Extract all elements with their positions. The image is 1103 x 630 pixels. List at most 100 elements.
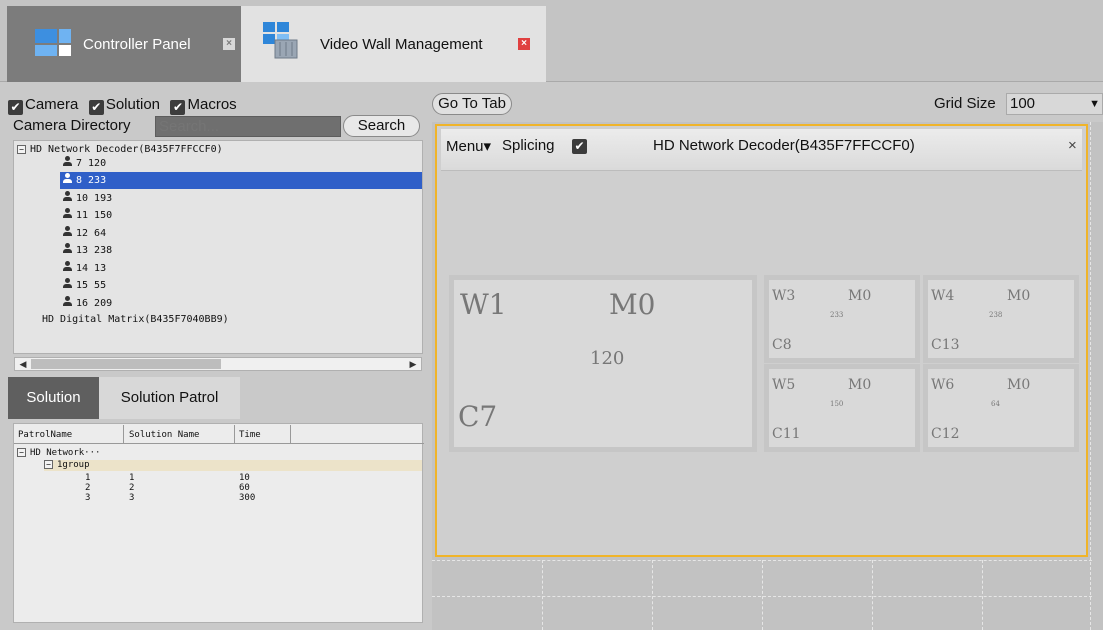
camera-label: 7 120 [76,158,107,169]
camera-label: 11 150 [76,210,113,221]
channel-label: C8 [772,337,792,353]
tree-camera-item[interactable]: 13 238 [62,242,112,259]
group-row-highlight [44,460,422,471]
table-cell: 300 [239,493,256,503]
wall-window-w3[interactable]: W3 M0 233 C8 [764,275,920,363]
camera-number-label: 233 [830,311,844,319]
tree-node-matrix[interactable]: HD Digital Matrix(B435F7040BB9) [42,311,229,328]
channel-label: C11 [772,426,801,442]
window-id-label: W6 [931,377,955,393]
patrol-root-row[interactable]: − HD Network··· [17,448,100,459]
grid-line [652,560,653,630]
chevron-down-icon[interactable]: ▼ [1089,94,1100,114]
column-divider [234,425,235,443]
solution-tabs: Solution Solution Patrol [8,377,428,419]
tree-camera-item[interactable]: 7 120 [62,155,106,172]
close-icon[interactable]: × [223,38,235,50]
camera-icon [62,191,72,202]
tree-camera-item[interactable]: 15 55 [62,277,106,294]
monitor-label: M0 [848,288,872,304]
grid-line [432,596,1092,597]
matrix-node-label: HD Digital Matrix(B435F7040BB9) [42,314,229,325]
decoder-node-label: HD Network Decoder(B435F7FFCCF0) [30,144,223,155]
tree-camera-item[interactable]: 12 64 [62,225,106,242]
table-cell: 3 [85,493,91,503]
macros-checkbox[interactable]: ✔ [170,100,186,115]
macros-filter-label: Macros [187,96,237,113]
grid-line [872,560,873,630]
channel-label: C13 [931,337,960,353]
tree-camera-item[interactable]: 11 150 [62,207,112,224]
tree-node-decoder[interactable]: − HD Network Decoder(B435F7FFCCF0) [17,141,223,158]
grid-line [982,560,983,630]
column-divider [123,425,124,443]
camera-filter-label: Camera [25,96,79,113]
monitor-label: M0 [1007,288,1031,304]
channel-label: C12 [931,426,960,442]
grid-line [762,560,763,630]
column-header-patrolname[interactable]: PatrolName [18,428,72,442]
channel-label: C7 [458,400,498,433]
tab-video-wall-label: Video Wall Management [320,36,483,53]
monitor-label: M0 [848,377,872,393]
tree-camera-item[interactable]: 16 209 [62,295,112,312]
grid-size-value: 100 [1010,95,1036,112]
camera-label: 15 55 [76,280,107,291]
monitor-label: M0 [609,288,656,321]
scroll-right-icon[interactable]: ▶ [406,358,420,370]
wall-window-w4[interactable]: W4 M0 238 C13 [923,275,1079,363]
grid-size-select[interactable]: 100 ▼ [1006,93,1103,115]
search-input[interactable] [155,116,341,137]
grid-line [1090,122,1091,630]
grid-size-label: Grid Size [934,95,996,112]
table-cell: 3 [129,493,135,503]
tree-camera-item[interactable]: 10 193 [62,190,112,207]
go-to-tab-button[interactable]: Go To Tab [432,93,512,115]
wall-window-w6[interactable]: W6 M0 64 C12 [923,364,1079,452]
search-button[interactable]: Search [343,115,420,137]
collapse-icon[interactable]: − [44,460,53,469]
patrol-table[interactable]: PatrolName Solution Name Time − HD Networ… [13,423,424,623]
camera-checkbox[interactable]: ✔ [8,100,23,115]
column-divider [290,425,291,443]
camera-label: 16 209 [76,298,113,309]
menu-button[interactable]: Menu▾ [446,137,491,155]
splicing-label: Splicing [502,137,555,154]
camera-label: 8 233 [76,175,107,186]
solution-checkbox[interactable]: ✔ [88,100,104,115]
camera-label: 13 238 [76,245,113,256]
tree-camera-item-selected[interactable]: 8 233 [60,172,422,189]
tab-solution[interactable]: Solution [8,377,99,419]
scroll-left-icon[interactable]: ◀ [16,358,30,370]
close-icon[interactable]: × [1068,137,1077,154]
column-header-time[interactable]: Time [239,428,261,442]
column-header-solution-name[interactable]: Solution Name [129,428,199,442]
window-id-label: W5 [772,377,796,393]
tab-video-wall-management[interactable]: Video Wall Management × [241,6,546,82]
window-id-label: W1 [460,288,507,321]
patrol-group-row[interactable]: −1group [44,460,90,471]
splicing-checkbox[interactable]: ✔ [572,139,587,154]
grid-line [542,560,543,630]
wall-window-w5[interactable]: W5 M0 150 C11 [764,364,920,452]
scrollbar-thumb[interactable] [31,359,221,369]
close-icon[interactable]: × [518,38,530,50]
collapse-icon[interactable]: − [17,448,26,457]
tab-controller-label: Controller Panel [83,36,191,53]
video-wall-icon [263,22,298,59]
monitor-label: M0 [1007,377,1031,393]
horizontal-scrollbar[interactable]: ◀ ▶ [14,357,422,371]
tree-camera-item[interactable]: 14 13 [62,260,106,277]
camera-number-label: 238 [989,311,1003,319]
collapse-icon[interactable]: − [17,145,26,154]
tab-solution-patrol[interactable]: Solution Patrol [99,377,240,419]
camera-icon [62,296,72,307]
window-id-label: W4 [931,288,955,304]
header-divider [14,443,424,444]
wall-window-w1[interactable]: W1 M0 120 C7 [449,275,757,452]
camera-tree[interactable]: − HD Network Decoder(B435F7FFCCF0) 7 120 … [13,140,423,354]
grid-line [432,560,1092,561]
patrol-group-label: 1group [57,460,90,470]
tab-controller-panel[interactable]: Controller Panel × [7,6,241,82]
decoder-panel[interactable]: Menu▾ Splicing ✔ HD Network Decoder(B435… [435,124,1088,557]
